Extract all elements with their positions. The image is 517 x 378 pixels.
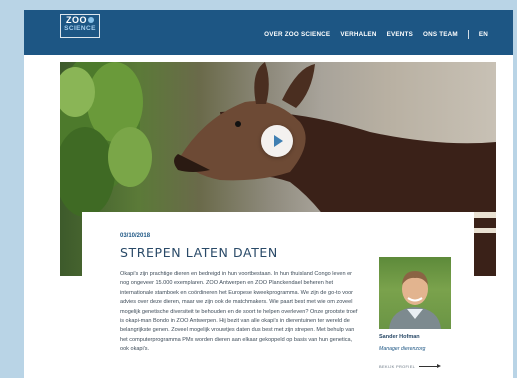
author-name: Sander Hofman <box>379 334 420 340</box>
article-card: 03/10/2018 STREPEN LATEN DATEN Okapi's z… <box>82 212 474 378</box>
author-role: Manager dierenzorg <box>379 346 426 352</box>
language-switch-en[interactable]: EN <box>479 31 488 38</box>
play-button[interactable] <box>261 125 293 157</box>
author-avatar[interactable] <box>379 257 451 329</box>
play-icon <box>274 135 283 147</box>
website: ZOO SCIENCE OVER ZOO SCIENCE VERHALEN EV… <box>24 10 513 378</box>
zoo-science-logo[interactable]: ZOO SCIENCE <box>60 14 100 38</box>
article-body: Okapi's zijn prachtige dieren en bedreig… <box>120 271 358 353</box>
nav-item-verhalen[interactable]: VERHALEN <box>340 31 376 38</box>
main-nav: OVER ZOO SCIENCE VERHALEN EVENTS ONS TEA… <box>264 28 488 40</box>
view-profile-label: BEKIJK PROFIEL <box>379 364 416 369</box>
logo-dot-icon <box>88 17 94 23</box>
article-date: 03/10/2018 <box>120 233 151 239</box>
author-photo <box>389 271 441 329</box>
view-profile-link[interactable]: BEKIJK PROFIEL <box>379 364 442 369</box>
nav-item-ons-team[interactable]: ONS TEAM <box>423 31 458 38</box>
top-navigation-bar: ZOO SCIENCE OVER ZOO SCIENCE VERHALEN EV… <box>24 10 513 55</box>
nav-item-events[interactable]: EVENTS <box>387 31 413 38</box>
article-title: STREPEN LATEN DATEN <box>120 245 278 260</box>
nav-divider <box>467 29 469 39</box>
nav-item-over-zoo-science[interactable]: OVER ZOO SCIENCE <box>264 31 330 38</box>
arrow-right-icon <box>419 364 442 369</box>
